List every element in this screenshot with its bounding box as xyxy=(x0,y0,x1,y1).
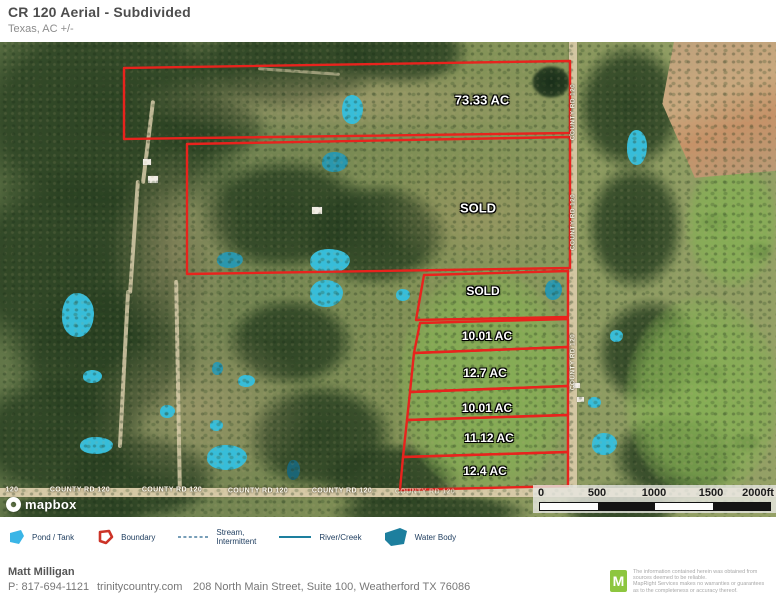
pasture-area xyxy=(398,270,573,495)
stream-intermittent-icon xyxy=(177,534,209,540)
parcel-label: 12.4 AC xyxy=(463,464,507,478)
parcel-label: 12.7 AC xyxy=(463,366,507,380)
legend-label: River/Creek xyxy=(319,533,361,542)
legend-label: Pond / Tank xyxy=(32,533,74,542)
dark-tree-stand xyxy=(532,66,570,98)
scale-segment xyxy=(598,503,656,510)
road-label: COUNTY RD 120 xyxy=(570,334,577,390)
legend-label-line2: Intermittent xyxy=(216,537,256,546)
parcel-label: 73.33 AC xyxy=(455,93,509,108)
agent-address: 208 North Main Street, Suite 100, Weathe… xyxy=(193,581,470,593)
legend-label: Water Body xyxy=(415,533,457,542)
page-subtitle: Texas, AC +/- xyxy=(8,23,74,35)
legend-label-line1: Stream, xyxy=(216,528,244,537)
agent-name: Matt Milligan xyxy=(8,566,75,578)
mapright-logo-icon: M xyxy=(610,570,627,592)
road-label: COUNTY RD 120 xyxy=(228,488,288,495)
building xyxy=(312,207,322,214)
road-label: COUNTY RD 120 xyxy=(395,489,455,496)
mapbox-attribution[interactable]: mapbox xyxy=(6,497,77,512)
parcel-label: SOLD xyxy=(460,201,496,216)
page-footer: Matt Milligan P: 817-694-1121 trinitycou… xyxy=(0,557,776,600)
agent-phone: P: 817-694-1121 xyxy=(8,581,89,593)
parcel-label: 10.01 AC xyxy=(462,401,512,415)
water-body-icon xyxy=(384,528,408,547)
plowed-field xyxy=(660,42,776,182)
pond xyxy=(396,289,410,301)
legend-item-pond-tank: Pond / Tank xyxy=(8,529,74,545)
road-label: COUNTY RD 120 xyxy=(570,194,577,250)
aerial-map[interactable]: 73.33 AC SOLD SOLD 10.01 AC 12.7 AC 10.0… xyxy=(0,42,776,517)
building xyxy=(148,176,158,183)
river-creek-icon xyxy=(278,534,312,540)
pond xyxy=(588,397,601,408)
pasture-area xyxy=(625,297,776,497)
legend-item-water-body: Water Body xyxy=(384,528,457,547)
scale-tick: 1000 xyxy=(642,487,666,499)
pond xyxy=(322,152,348,172)
legend-label: Stream,Intermittent xyxy=(216,528,256,546)
legend-item-river-creek: River/Creek xyxy=(278,533,361,542)
legend-item-stream-intermittent: Stream,Intermittent xyxy=(177,528,256,546)
mapbox-wordmark: mapbox xyxy=(25,497,77,512)
scale-tick: 2000ft xyxy=(742,487,774,499)
building xyxy=(577,397,584,402)
map-legend: Pond / Tank Boundary Stream,Intermittent… xyxy=(0,517,776,557)
disclaimer-line: as to the completeness or accuracy there… xyxy=(633,588,773,594)
legend-label: Boundary xyxy=(121,533,155,542)
parcel-label: SOLD xyxy=(466,284,499,298)
scale-tick: 500 xyxy=(588,487,606,499)
agent-website: trinitycountry.com xyxy=(97,581,182,593)
scale-bar-segments xyxy=(539,502,771,511)
pasture-area xyxy=(686,162,776,287)
scale-segment xyxy=(713,503,771,510)
disclaimer-line: MapRight Services makes no warranties or… xyxy=(633,581,773,587)
pond-tank-icon xyxy=(8,529,25,545)
legend-item-boundary: Boundary xyxy=(96,529,155,545)
road-label: COUNTY RD 120 xyxy=(142,487,202,494)
road-label: COUNTY RD 120 xyxy=(50,487,110,494)
parcel-label: 10.01 AC xyxy=(462,329,512,343)
road-label: 120 xyxy=(6,487,19,494)
pond xyxy=(545,280,562,300)
road-label: COUNTY RD 120 xyxy=(570,84,577,140)
scale-tick: 1500 xyxy=(699,487,723,499)
page-title: CR 120 Aerial - Subdivided xyxy=(8,4,191,20)
scale-segment xyxy=(540,503,598,510)
parcel-label: 11.12 AC xyxy=(464,431,514,445)
page-header: CR 120 Aerial - Subdivided Texas, AC +/- xyxy=(0,0,776,42)
forest-patch xyxy=(585,162,685,292)
road-label: COUNTY RD 120 xyxy=(312,488,372,495)
scale-tick: 0 xyxy=(538,487,544,499)
pond xyxy=(310,280,343,307)
scale-segment xyxy=(655,503,713,510)
mapbox-logo-icon xyxy=(6,497,21,512)
building xyxy=(143,159,151,165)
boundary-icon xyxy=(96,529,114,545)
scale-bar: 0 500 1000 1500 2000ft xyxy=(533,485,776,513)
disclaimer-text: The information contained herein was obt… xyxy=(633,569,773,594)
